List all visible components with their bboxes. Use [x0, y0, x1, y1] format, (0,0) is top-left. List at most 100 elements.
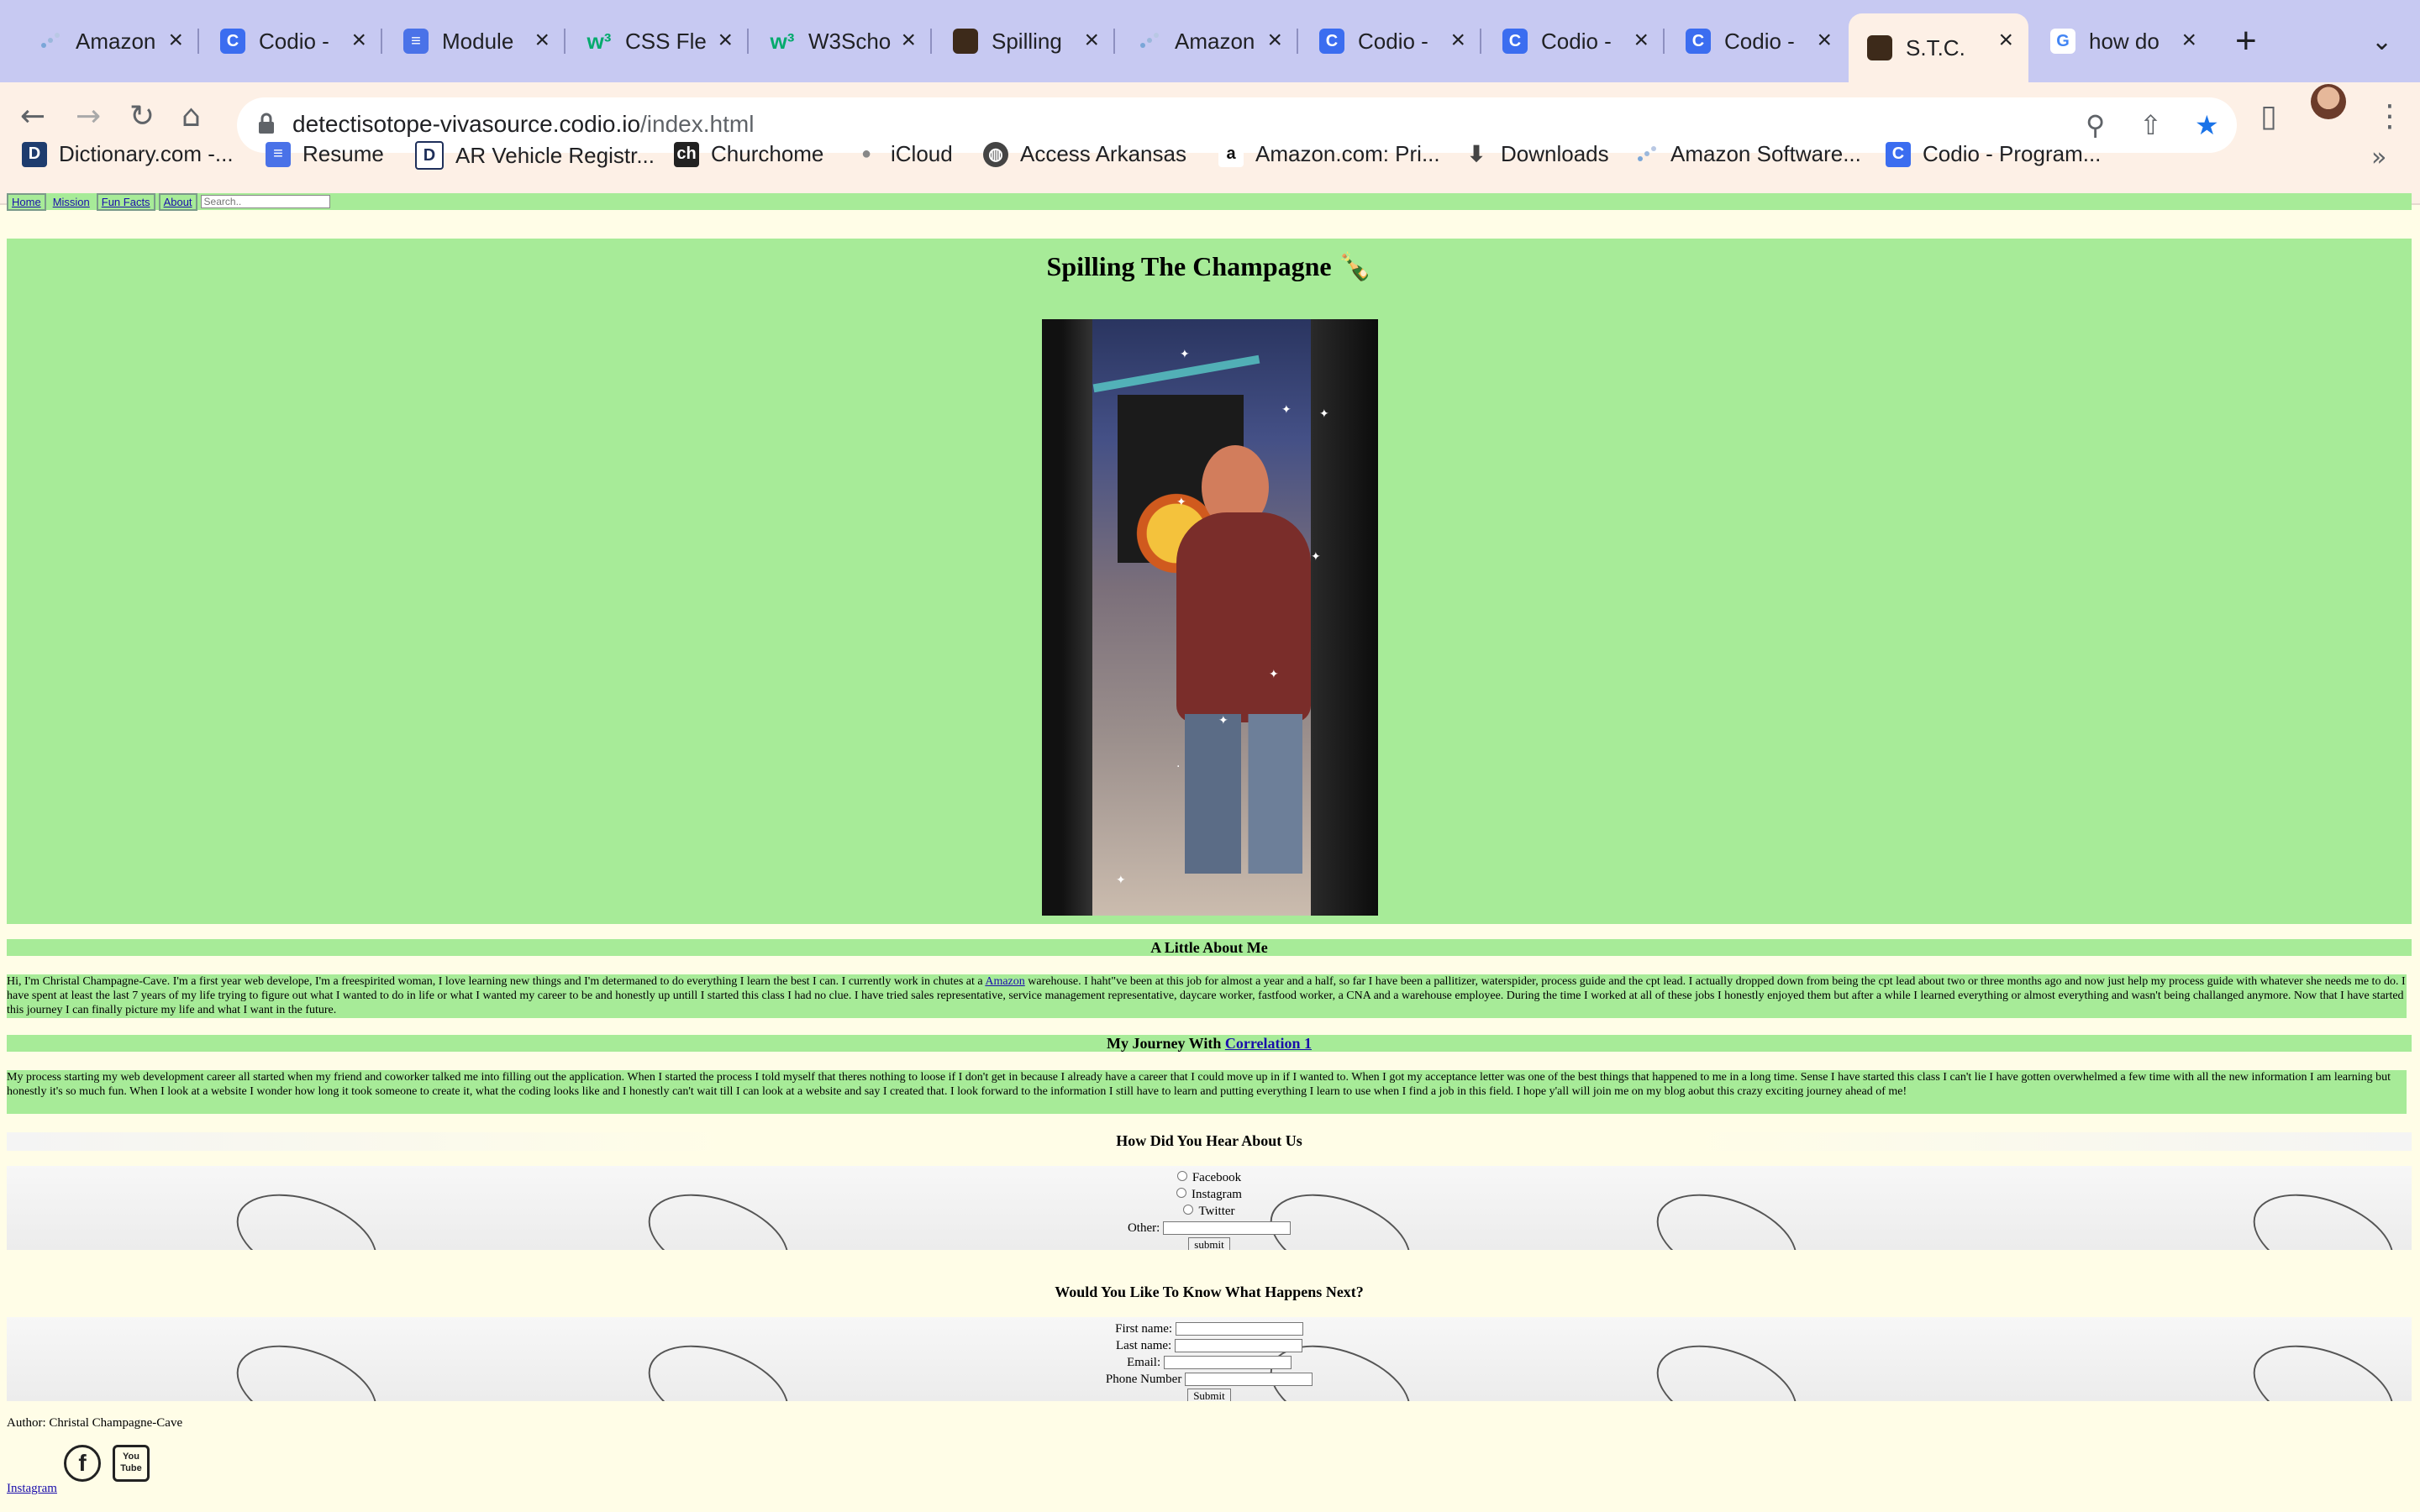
close-icon[interactable]: × [1084, 27, 1099, 54]
tab-google[interactable]: G how do × [2032, 13, 2212, 69]
about-heading: A Little About Me [1150, 939, 1268, 956]
nav-mission[interactable]: Mission [49, 194, 93, 209]
correlation-link[interactable]: Correlation 1 [1225, 1035, 1312, 1052]
w3schools-icon: w³ [587, 28, 612, 54]
bookmark-icloud[interactable]: ● iCloud [854, 141, 953, 167]
bookmarks-overflow-icon[interactable]: » [2371, 143, 2386, 172]
site-nav: Home Mission Fun Facts About [7, 192, 2412, 211]
nav-fun-facts[interactable]: Fun Facts [96, 192, 155, 211]
tab-search-chevron-icon[interactable]: ⌄ [2371, 27, 2392, 56]
churchome-icon: ch [674, 141, 699, 167]
tab-codio-3[interactable]: C Codio - × [1484, 13, 1665, 69]
close-icon[interactable]: × [718, 27, 733, 54]
survey-form: Facebook Instagram Twitter Other: submit [7, 1166, 2412, 1250]
amazon-software-icon [1634, 142, 1659, 167]
bookmark-amazon-software[interactable]: Amazon Software... [1634, 141, 1861, 167]
bookmark-access-arkansas[interactable]: ◍ Access Arkansas [983, 141, 1186, 167]
globe-icon: ◍ [983, 141, 1008, 167]
site-icon [1867, 35, 1892, 60]
phone-field[interactable] [1185, 1373, 1313, 1386]
new-tab-button[interactable]: + [2235, 20, 2257, 62]
home-icon[interactable]: ⌂ [182, 99, 201, 134]
tab-module[interactable]: ≡ Module × [385, 13, 566, 69]
dmv-icon: D [415, 141, 444, 170]
download-icon: ⬇ [1467, 141, 1486, 166]
page-content: Home Mission Fun Facts About Spilling Th… [0, 188, 2420, 1512]
instagram-link[interactable]: Instagram [7, 1482, 57, 1496]
close-icon[interactable]: × [168, 27, 183, 54]
close-icon[interactable]: × [1998, 27, 2013, 54]
bookmark-amazon-prime[interactable]: a Amazon.com: Pri... [1218, 141, 1440, 167]
amazon-icon: a [1218, 141, 1244, 167]
signup-form: First name: Last name: Email: Phone Numb… [7, 1317, 2412, 1401]
bookmark-codio[interactable]: C Codio - Program... [1886, 141, 2101, 167]
about-paragraph: Hi, I'm Christal Champagne-Cave. I'm a f… [7, 974, 2407, 1018]
back-arrow-icon[interactable]: ← [20, 99, 45, 134]
tab-w3schools[interactable]: w³ W3Scho × [751, 13, 932, 69]
tab-codio-4[interactable]: C Codio - × [1667, 13, 1847, 69]
facebook-icon[interactable]: f [64, 1445, 101, 1482]
signup-heading: Would You Like To Know What Happens Next… [1055, 1284, 1364, 1300]
avatar[interactable] [2311, 84, 2346, 119]
youtube-icon[interactable]: You Tube [113, 1445, 150, 1482]
twitter-radio[interactable] [1183, 1205, 1194, 1215]
bookmark-resume[interactable]: ≡ Resume [266, 141, 384, 167]
side-panel-icon[interactable]: ▯ [2260, 99, 2277, 134]
codio-icon: C [220, 29, 245, 54]
reload-icon[interactable]: ↻ [129, 99, 155, 134]
tab-amazon-2[interactable]: Amazon × [1118, 13, 1298, 69]
bookmark-ar-vehicle[interactable]: D AR Vehicle Registr... [415, 141, 655, 170]
tab-css-flex[interactable]: w³ CSS Fle × [568, 13, 749, 69]
docs-icon: ≡ [266, 141, 291, 167]
signup-submit-button[interactable]: Submit [1187, 1389, 1231, 1401]
close-icon[interactable]: × [1817, 27, 1832, 54]
bookmark-downloads[interactable]: ⬇ Downloads [1464, 141, 1609, 167]
close-icon[interactable]: × [351, 27, 366, 54]
tab-amazon-1[interactable]: Amazon × [18, 13, 199, 69]
lock-icon [259, 113, 274, 134]
survey-heading: How Did You Hear About Us [1116, 1132, 1302, 1149]
close-icon[interactable]: × [2181, 27, 2196, 54]
profile-photo: ✦ ✦ ✦ ✦ ✦ ✦ · ✦ ✦ [1042, 319, 1378, 916]
author-credit: Author: Christal Champagne-Cave [7, 1416, 183, 1430]
bookmark-churchome[interactable]: ch Churchome [674, 141, 823, 167]
amazon-link[interactable]: Amazon [985, 975, 1024, 988]
w3schools-icon: w³ [770, 28, 795, 54]
tab-spilling[interactable]: Spilling × [934, 13, 1115, 69]
dictionary-icon: D [22, 141, 47, 167]
codio-icon: C [1319, 29, 1344, 54]
survey-submit-button[interactable]: submit [1188, 1237, 1230, 1250]
close-icon[interactable]: × [1267, 27, 1282, 54]
google-icon: G [2050, 29, 2075, 54]
email-field[interactable] [1163, 1356, 1292, 1369]
bookmark-dictionary[interactable]: D Dictionary.com -... [22, 141, 234, 167]
tab-stc-active[interactable]: S.T.C. × [1849, 13, 2028, 82]
bookmarks-bar: D Dictionary.com -... ≡ Resume D AR Vehicle… [0, 134, 2420, 181]
first-name-field[interactable] [1175, 1322, 1303, 1336]
close-icon[interactable]: × [901, 27, 916, 54]
page-title: Spilling The Champagne 🍾 [1046, 251, 1372, 281]
tab-bar: Amazon × C Codio - × ≡ Module × w³ CSS F… [0, 0, 2420, 82]
close-icon[interactable]: × [534, 27, 550, 54]
search-input[interactable] [200, 195, 330, 208]
nav-home[interactable]: Home [7, 192, 46, 211]
site-icon [953, 29, 978, 54]
instagram-radio[interactable] [1176, 1188, 1186, 1198]
journey-paragraph: My process starting my web development c… [7, 1070, 2407, 1114]
amazon-software-icon [37, 29, 62, 54]
apple-icon: ● [860, 144, 872, 163]
tab-codio-1[interactable]: C Codio - × [202, 13, 382, 69]
close-icon[interactable]: × [1450, 27, 1465, 54]
last-name-field[interactable] [1174, 1339, 1302, 1352]
facebook-radio[interactable] [1176, 1171, 1187, 1181]
codio-icon: C [1502, 29, 1528, 54]
nav-about[interactable]: About [158, 192, 197, 211]
menu-kebab-icon[interactable]: ⋮ [2375, 99, 2405, 134]
tab-codio-2[interactable]: C Codio - × [1301, 13, 1481, 69]
close-icon[interactable]: × [1634, 27, 1649, 54]
amazon-software-icon [1136, 29, 1161, 54]
journey-heading: My Journey With Correlation 1 [1106, 1035, 1312, 1052]
forward-arrow-icon[interactable]: → [76, 99, 101, 134]
other-input[interactable] [1163, 1221, 1292, 1235]
signup-fields: First name: Last name: Email: Phone Numb… [7, 1320, 2412, 1401]
